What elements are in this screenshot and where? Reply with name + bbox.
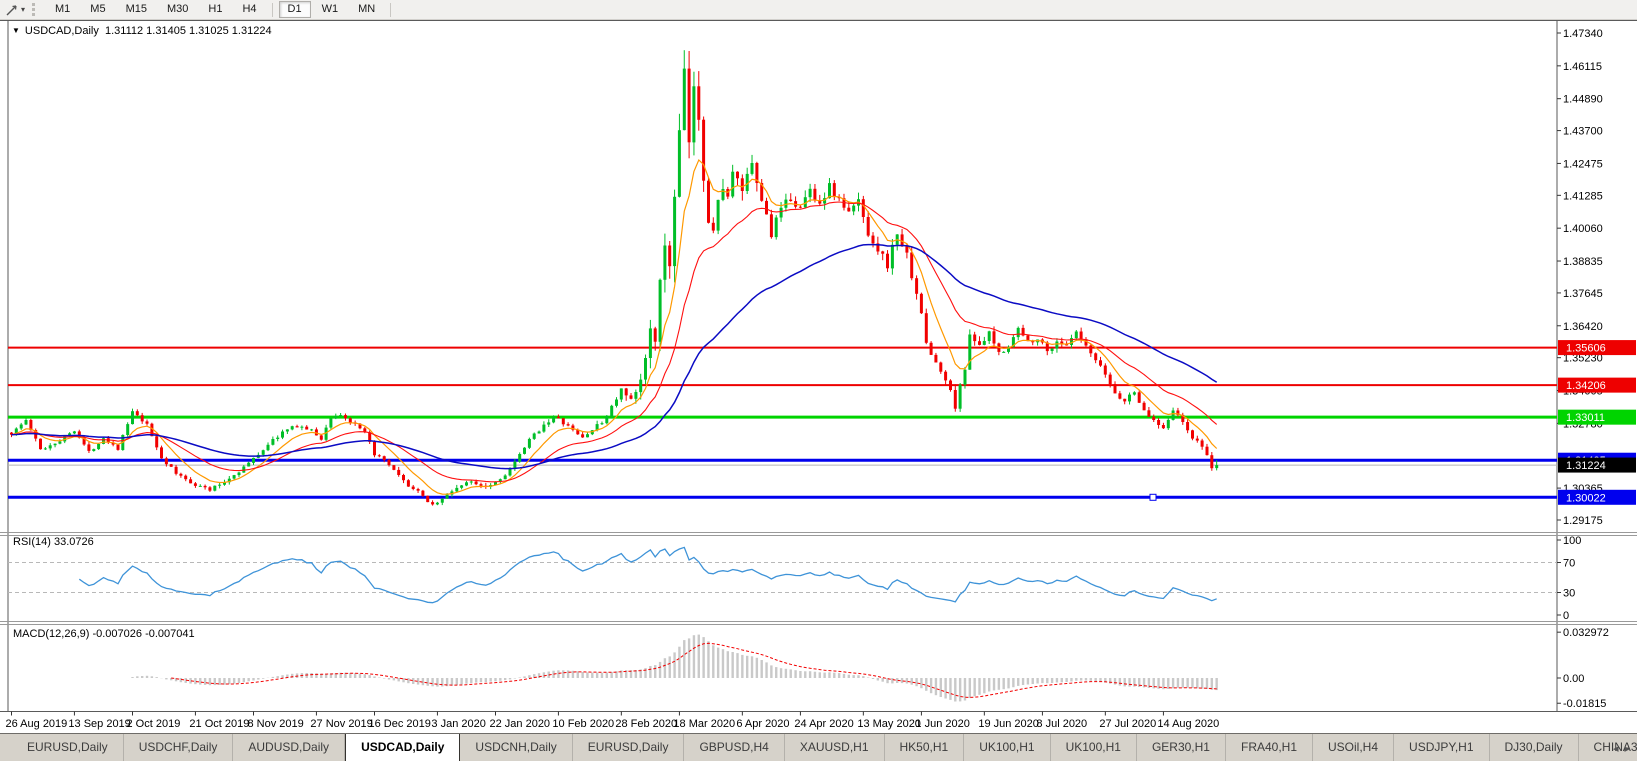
date-label: 22 Jan 2020 — [490, 718, 551, 730]
svg-text:1.47340: 1.47340 — [1563, 28, 1603, 40]
chart-title: ▼ USDCAD,Daily 1.31112 1.31405 1.31025 1.… — [12, 25, 272, 37]
macd-histogram — [131, 634, 1218, 702]
rsi-axis-label: 70 — [1563, 558, 1575, 570]
timeframe-button-group: M1 M5 M15 M30 H1 H4 D1 W1 MN — [45, 1, 396, 18]
price-label-1.30022-text: 1.30022 — [1566, 492, 1606, 504]
tab-usdcad-daily[interactable]: USDCAD,Daily — [345, 734, 461, 761]
chart-tabs: EURUSD,Daily USDCHF,Daily AUDUSD,Daily USDC… — [12, 734, 1637, 761]
price-label-1.35606-text: 1.35606 — [1566, 343, 1606, 355]
date-label: 27 Jul 2020 — [1099, 718, 1156, 730]
tab-dj30-daily[interactable]: DJ30,Daily — [1490, 734, 1579, 761]
tab-hk50-h1[interactable]: HK50,H1 — [885, 734, 965, 761]
timeframe-button-h1[interactable]: H1 — [199, 1, 231, 18]
svg-text:1.42475: 1.42475 — [1563, 158, 1603, 170]
ma-slow-line — [11, 243, 1218, 470]
chart-title-text: USDCAD,Daily 1.31112 1.31405 1.31025 1.3… — [24, 25, 272, 37]
price-label-1.33011-text: 1.33011 — [1566, 412, 1605, 424]
tab-eurusd-daily[interactable]: EURUSD,Daily — [573, 734, 685, 761]
current-price-label-text: 1.31224 — [1566, 460, 1606, 472]
tab-gbpusd-h4[interactable]: GBPUSD,H4 — [684, 734, 785, 761]
tab-xauusd-h1[interactable]: XAUUSD,H1 — [785, 734, 885, 761]
date-label: 10 Feb 2020 — [552, 718, 614, 730]
svg-text:1.41285: 1.41285 — [1563, 190, 1603, 202]
timeframe-button-d1[interactable]: D1 — [278, 1, 311, 18]
svg-text:1.43700: 1.43700 — [1563, 126, 1603, 138]
macd-axis-label: 0.00 — [1563, 673, 1584, 685]
date-label: 3 Jan 2020 — [431, 718, 485, 730]
timeframe-button-m15[interactable]: M15 — [117, 1, 156, 18]
date-label: 16 Dec 2019 — [369, 718, 431, 730]
toolbar-grip[interactable] — [32, 3, 38, 16]
date-label: 26 Aug 2019 — [6, 718, 68, 730]
line-drag-handle[interactable] — [1149, 493, 1157, 501]
date-label: 13 May 2020 — [857, 718, 921, 730]
tab-audusd-daily[interactable]: AUDUSD,Daily — [233, 734, 346, 761]
tab-usdjpy-h1[interactable]: USDJPY,H1 — [1394, 734, 1490, 761]
svg-text:1.36420: 1.36420 — [1563, 321, 1603, 333]
macd-axis-label: 0.032972 — [1563, 627, 1609, 639]
date-label: 24 Apr 2020 — [794, 718, 853, 730]
date-label: 6 Apr 2020 — [736, 718, 789, 730]
date-label: 2 Oct 2019 — [127, 718, 181, 730]
timeframe-button-m30[interactable]: M30 — [158, 1, 197, 18]
date-label: 1 Jun 2020 — [915, 718, 969, 730]
date-label: 8 Jul 2020 — [1036, 718, 1087, 730]
macd-axis-label: -0.01815 — [1563, 698, 1606, 710]
ma-medium-line — [11, 201, 1218, 483]
svg-text:1.46115: 1.46115 — [1563, 61, 1602, 73]
rsi-axis-label: 100 — [1563, 535, 1581, 547]
tab-usdcnh-daily[interactable]: USDCNH,Daily — [460, 734, 573, 761]
chart-collapse-icon[interactable]: ▼ — [12, 26, 20, 35]
tool-dropdown-caret[interactable]: ▾ — [21, 2, 25, 18]
svg-text:1.29175: 1.29175 — [1563, 515, 1603, 527]
tab-fra40-h1[interactable]: FRA40,H1 — [1226, 734, 1314, 761]
date-label: 19 Jun 2020 — [978, 718, 1039, 730]
date-label: 14 Aug 2020 — [1157, 718, 1219, 730]
trendline-tool-icon[interactable] — [3, 2, 21, 18]
date-label: 18 Mar 2020 — [673, 718, 735, 730]
timeframe-button-m1[interactable]: M1 — [46, 1, 79, 18]
rsi-axis-label: 0 — [1563, 610, 1569, 622]
tab-usoil-h4[interactable]: USOil,H4 — [1313, 734, 1395, 761]
date-label: 21 Oct 2019 — [189, 718, 249, 730]
svg-text:1.40060: 1.40060 — [1563, 223, 1603, 235]
tab-scroll-right-icon[interactable]: ▸ — [1624, 742, 1630, 755]
price-label-1.34206-text: 1.34206 — [1566, 380, 1606, 392]
tab-usdchf-daily[interactable]: USDCHF,Daily — [124, 734, 234, 761]
tab-uk100-h1[interactable]: UK100,H1 — [964, 734, 1051, 761]
date-label: 28 Feb 2020 — [615, 718, 677, 730]
date-label: 13 Sep 2019 — [68, 718, 130, 730]
top-toolbar: ▾ M1 M5 M15 M30 H1 H4 D1 W1 MN — [0, 0, 1637, 20]
tab-scroll-controls: ◂ ▸ — [1609, 734, 1634, 761]
candles — [10, 50, 1219, 506]
timeframe-button-h4[interactable]: H4 — [233, 1, 265, 18]
date-label: 27 Nov 2019 — [310, 718, 372, 730]
svg-text:1.38835: 1.38835 — [1563, 256, 1603, 268]
chart-tab-bar: EURUSD,Daily USDCHF,Daily AUDUSD,Daily USDC… — [0, 733, 1637, 761]
date-label: 8 Nov 2019 — [248, 718, 304, 730]
rsi-axis-label: 30 — [1563, 588, 1575, 600]
price-axis[interactable]: 1.47340 1.46115 1.44890 1.43700 1.42475 1.412… — [1557, 28, 1603, 527]
toolbar-separator — [390, 2, 392, 17]
timeframe-button-m5[interactable]: M5 — [81, 1, 114, 18]
rsi-line — [78, 546, 1217, 604]
chart-window: 1.47340 1.46115 1.44890 1.43700 1.42475 1.412… — [0, 20, 1637, 733]
svg-text:1.44890: 1.44890 — [1563, 94, 1603, 106]
svg-text:1.37645: 1.37645 — [1563, 288, 1603, 300]
tab-scroll-left-icon[interactable]: ◂ — [1613, 742, 1619, 755]
price-chart-canvas[interactable]: 1.47340 1.46115 1.44890 1.43700 1.42475 1.412… — [0, 20, 1637, 733]
timeframe-button-mn[interactable]: MN — [349, 1, 384, 18]
rsi-indicator-label: RSI(14) 33.0726 — [13, 536, 94, 548]
tab-eurusd-daily[interactable]: EURUSD,Daily — [12, 734, 124, 761]
macd-indicator-label: MACD(12,26,9) -0.007026 -0.007041 — [13, 628, 195, 640]
tab-ger30-h1[interactable]: GER30,H1 — [1137, 734, 1226, 761]
timeframe-button-w1[interactable]: W1 — [313, 1, 348, 18]
toolbar-separator — [271, 2, 273, 17]
tab-uk100-h1[interactable]: UK100,H1 — [1051, 734, 1137, 761]
